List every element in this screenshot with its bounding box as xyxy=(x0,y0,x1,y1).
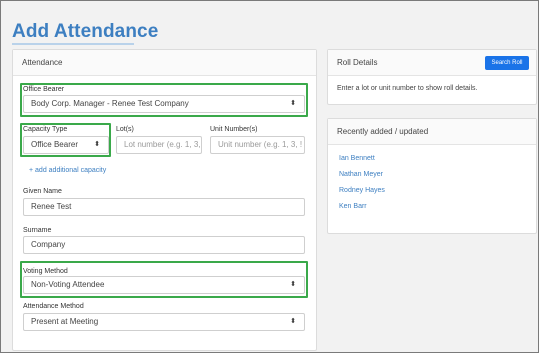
capacity-type-label: Capacity Type xyxy=(23,126,68,133)
capacity-type-value: Office Bearer xyxy=(31,140,78,149)
voting-method-value: Non-Voting Attendee xyxy=(31,280,105,289)
recent-panel-title: Recently added / updated xyxy=(337,127,429,136)
add-capacity-link[interactable]: + add additional capacity xyxy=(29,167,106,174)
attendance-panel-title: Attendance xyxy=(22,58,63,67)
recent-item[interactable]: Ian Bennett xyxy=(339,155,375,162)
given-name-input[interactable]: Renee Test xyxy=(23,198,305,216)
recent-item[interactable]: Ken Barr xyxy=(339,203,367,210)
updown-caret-icon: ⬍ xyxy=(290,100,296,107)
title-underline xyxy=(12,43,134,45)
recent-item[interactable]: Rodney Hayes xyxy=(339,187,385,194)
roll-details-panel: Roll Details Search Roll Enter a lot or … xyxy=(327,49,537,105)
voting-method-select[interactable]: Non-Voting Attendee ⬍ xyxy=(23,276,305,294)
surname-label: Surname xyxy=(23,227,52,234)
recent-panel: Recently added / updated Ian Bennett Nat… xyxy=(327,118,537,234)
office-bearer-value: Body Corp. Manager - Renee Test Company xyxy=(31,99,189,108)
updown-caret-icon: ⬍ xyxy=(290,318,296,325)
updown-caret-icon: ⬍ xyxy=(94,141,100,148)
unit-numbers-label: Unit Number(s) xyxy=(210,126,258,133)
unit-numbers-input[interactable]: Unit number (e.g. 1, 3, ! xyxy=(210,136,305,154)
given-name-label: Given Name xyxy=(23,188,62,195)
search-roll-button[interactable]: Search Roll xyxy=(485,56,529,70)
attendance-panel-header: Attendance xyxy=(13,50,316,76)
surname-input[interactable]: Company xyxy=(23,236,305,254)
app-frame: Add Attendance Attendance Office Bearer … xyxy=(0,0,539,353)
page-title: Add Attendance xyxy=(12,21,159,42)
updown-caret-icon: ⬍ xyxy=(290,281,296,288)
roll-details-title: Roll Details xyxy=(337,58,378,67)
lots-input[interactable]: Lot number (e.g. 1, 3, xyxy=(116,136,202,154)
recent-panel-header: Recently added / updated xyxy=(328,119,536,145)
attendance-method-value: Present at Meeting xyxy=(31,317,99,326)
attendance-method-label: Attendance Method xyxy=(23,303,84,310)
voting-method-label: Voting Method xyxy=(23,268,68,275)
roll-details-message: Enter a lot or unit number to show roll … xyxy=(337,85,478,92)
recent-item[interactable]: Nathan Meyer xyxy=(339,171,383,178)
office-bearer-select[interactable]: Body Corp. Manager - Renee Test Company … xyxy=(23,95,305,113)
capacity-type-select[interactable]: Office Bearer ⬍ xyxy=(23,136,109,154)
attendance-panel: Attendance Office Bearer Body Corp. Mana… xyxy=(12,49,317,351)
roll-details-header: Roll Details Search Roll xyxy=(328,50,536,76)
lots-label: Lot(s) xyxy=(116,126,134,133)
office-bearer-label: Office Bearer xyxy=(23,86,65,93)
attendance-method-select[interactable]: Present at Meeting ⬍ xyxy=(23,313,305,331)
